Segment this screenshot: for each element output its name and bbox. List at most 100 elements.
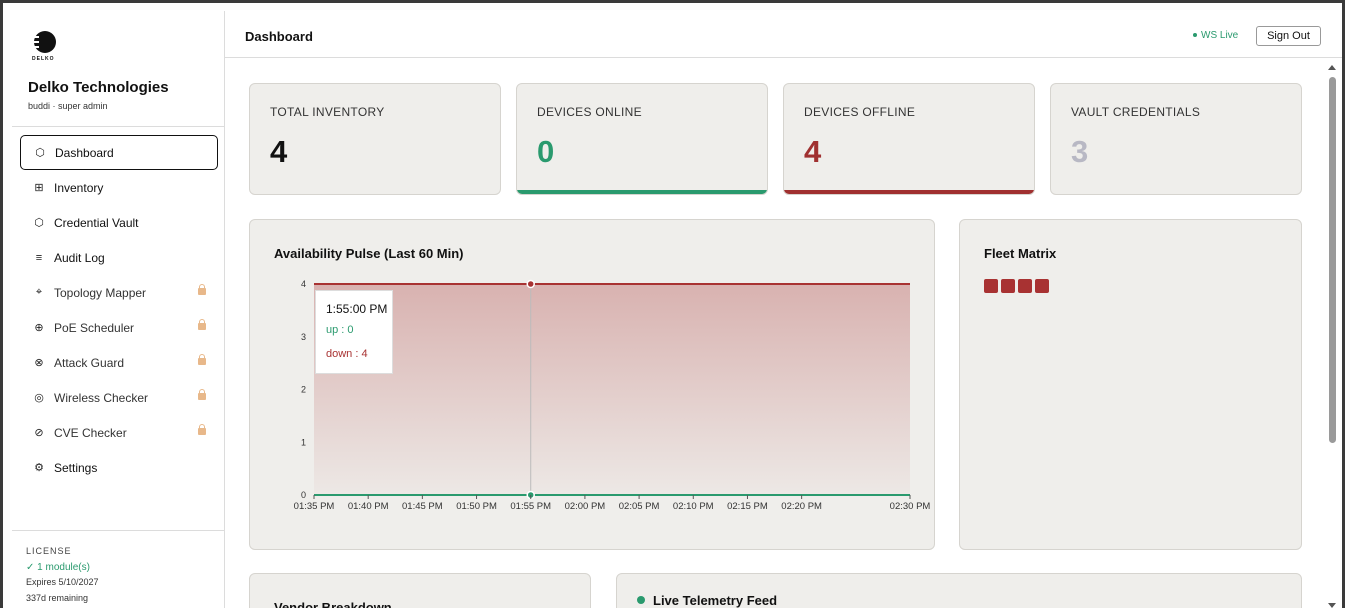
ws-status: WS Live [1193, 30, 1238, 41]
fleet-matrix-card: Fleet Matrix [959, 219, 1302, 550]
x-tick-label: 02:20 PM [781, 501, 822, 512]
stat-value: 4 [804, 134, 822, 169]
sidebar-item-poe-scheduler[interactable]: ⊕ PoE Scheduler [20, 310, 218, 345]
x-tick-label: 02:00 PM [565, 501, 606, 512]
y-tick-label: 3 [301, 332, 306, 342]
current-user: buddi · super admin [28, 101, 108, 111]
sidebar-item-credential-vault[interactable]: ⬡ Credential Vault [20, 205, 218, 240]
telemetry-live-dot-icon [637, 596, 645, 604]
ws-status-dot-icon [1193, 33, 1197, 38]
x-tick-label: 01:50 PM [456, 501, 497, 512]
vendor-breakdown-title: Vendor Breakdown [274, 600, 392, 608]
stat-card-devices-offline: DEVICES OFFLINE 4 [783, 83, 1035, 195]
license-heading: LICENSE [26, 546, 72, 556]
stat-label: DEVICES ONLINE [537, 105, 642, 119]
sidebar-item-audit-log[interactable]: ≡ Audit Log [20, 240, 218, 275]
sidebar: DELKO Delko Technologies buddi · super a… [12, 11, 225, 608]
sidebar-item-cve-checker[interactable]: ⊘ CVE Checker [20, 415, 218, 450]
sidebar-item-label: Attack Guard [54, 355, 125, 370]
fleet-matrix-title: Fleet Matrix [984, 246, 1057, 261]
sidebar-item-label: Topology Mapper [54, 285, 147, 300]
license-divider [12, 530, 224, 531]
stat-value: 0 [537, 134, 555, 169]
main-content: Dashboard WS Live Sign Out TOTAL INVENTO… [225, 11, 1342, 608]
fleet-matrix [984, 279, 1049, 293]
y-tick-label: 0 [301, 490, 306, 500]
telemetry-title: Live Telemetry Feed [653, 593, 778, 608]
availability-chart: 0 1 2 3 4 01:35 PM 01:40 PM 01:45 PM 01:50 PM 01:… [294, 279, 931, 512]
x-tick-label: 01:45 PM [402, 501, 443, 512]
tooltip-down: down : 4 [326, 348, 368, 360]
lock-icon [198, 284, 206, 295]
stat-label: TOTAL INVENTORY [270, 105, 385, 119]
tooltip-time: 1:55:00 PM [326, 302, 388, 316]
sign-out-button[interactable]: Sign Out [1256, 26, 1321, 46]
wireless-checker-icon: ◎ [34, 392, 44, 404]
sidebar-item-label: Credential Vault [54, 215, 139, 230]
fleet-device-cell[interactable] [1001, 279, 1015, 293]
credential-vault-icon: ⬡ [34, 217, 44, 229]
page-title: Dashboard [245, 29, 313, 44]
scroll-thumb[interactable] [1329, 77, 1336, 443]
vendor-breakdown-card: Vendor Breakdown [249, 573, 591, 608]
sidebar-item-inventory[interactable]: ⊞ Inventory [20, 170, 218, 205]
x-tick-label: 02:30 PM [890, 501, 931, 512]
fleet-device-cell[interactable] [1035, 279, 1049, 293]
stat-card-total-inventory: TOTAL INVENTORY 4 [249, 83, 501, 195]
top-bar: Dashboard WS Live Sign Out [225, 11, 1342, 58]
stat-label: VAULT CREDENTIALS [1071, 105, 1201, 119]
stat-value: 4 [270, 134, 288, 169]
x-tick-label: 02:15 PM [727, 501, 768, 512]
sidebar-item-label: Audit Log [54, 250, 105, 265]
stat-card-devices-online: DEVICES ONLINE 0 [516, 83, 768, 195]
lock-icon [198, 424, 206, 435]
attack-guard-icon: ⊗ [34, 357, 44, 369]
down-active-point[interactable] [526, 279, 535, 289]
audit-log-icon: ≡ [35, 251, 43, 264]
y-tick-label: 2 [301, 385, 306, 395]
logo-text: DELKO [32, 56, 55, 62]
scroll-down-arrow-icon[interactable] [1328, 603, 1336, 608]
sidebar-item-wireless-checker[interactable]: ◎ Wireless Checker [20, 380, 218, 415]
sidebar-item-label: Settings [54, 460, 98, 475]
stat-card-vault-credentials: VAULT CREDENTIALS 3 [1050, 83, 1302, 195]
telemetry-card: Live Telemetry Feed [616, 573, 1302, 608]
lock-icon [198, 354, 206, 365]
x-tick-label: 01:55 PM [510, 501, 551, 512]
lock-icon [198, 389, 206, 400]
fleet-device-cell[interactable] [984, 279, 998, 293]
sidebar-item-settings[interactable]: ⚙ Settings [20, 450, 218, 485]
scroll-up-arrow-icon[interactable] [1328, 65, 1336, 70]
main-scrollbar[interactable] [1326, 63, 1338, 608]
cve-checker-icon: ⊘ [34, 427, 44, 439]
sidebar-item-dashboard[interactable]: ⬡ Dashboard [20, 135, 218, 170]
sidebar-item-label: Dashboard [55, 145, 114, 160]
sidebar-item-attack-guard[interactable]: ⊗ Attack Guard [20, 345, 218, 380]
delko-logo-icon: DELKO [28, 31, 58, 65]
stat-accent-bar [517, 190, 767, 194]
sidebar-nav: ⬡ Dashboard ⊞ Inventory ⬡ Credential Vault ≡ Au… [20, 135, 218, 485]
license-remaining: 337d remaining [26, 592, 89, 603]
fleet-device-cell[interactable] [1018, 279, 1032, 293]
x-tick-label: 02:10 PM [673, 501, 714, 512]
sidebar-item-label: CVE Checker [54, 425, 127, 440]
license-expiry: Expires 5/10/2027 [26, 577, 99, 587]
x-tick-label: 02:05 PM [619, 501, 660, 512]
stat-value: 3 [1071, 134, 1089, 169]
sidebar-item-topology-mapper[interactable]: ⌖ Topology Mapper [20, 275, 218, 310]
dashboard-icon: ⬡ [35, 147, 45, 159]
x-tick-label: 01:40 PM [348, 501, 389, 512]
license-panel: LICENSE ✓ 1 module(s) Expires 5/10/2027 … [26, 544, 99, 606]
settings-icon: ⚙ [34, 462, 44, 474]
app-window: DELKO Delko Technologies buddi · super a… [0, 0, 1345, 608]
down-series-area [314, 284, 910, 495]
stat-accent-bar [784, 190, 1034, 194]
license-modules: ✓ 1 module(s) [26, 561, 90, 573]
poe-scheduler-icon: ⊕ [34, 322, 44, 334]
x-tick-label: 01:35 PM [294, 501, 335, 512]
nav-divider [12, 126, 224, 127]
brand-name: Delko Technologies [28, 79, 169, 96]
y-tick-label: 4 [301, 279, 306, 289]
lock-icon [198, 319, 206, 330]
y-tick-label: 1 [301, 437, 306, 447]
